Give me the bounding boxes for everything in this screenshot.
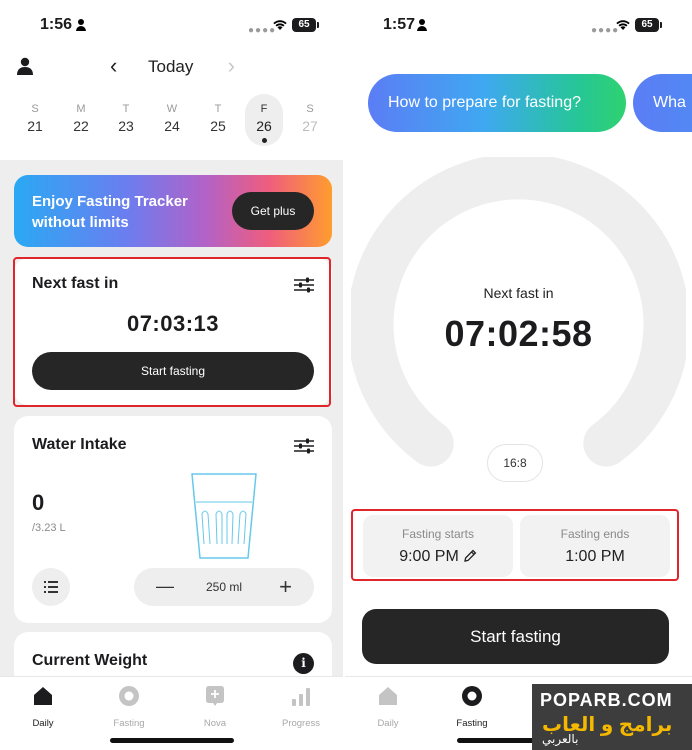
status-time: 1:57	[383, 16, 416, 33]
fasting-icon	[462, 686, 482, 706]
today-dot	[261, 138, 267, 143]
day-fri-26-selected[interactable]: F 26	[245, 94, 283, 146]
daily-screen: 1:56 ●●●● 65 ‹ Today › S 21 M 22 T 23 W 24 T…	[0, 0, 343, 750]
week-strip: S 21 M 22 T 23 W 24 T 25 F 26 S 27	[14, 94, 332, 150]
start-fasting-button[interactable]: Start fasting	[362, 609, 669, 664]
water-goal: /3.23 L	[32, 522, 66, 534]
battery-icon: 65	[635, 18, 662, 32]
settings-sliders-icon[interactable]	[294, 438, 314, 454]
next-fast-label: Next fast in	[483, 285, 554, 301]
nova-icon	[206, 686, 224, 706]
status-time: 1:56	[40, 16, 73, 33]
fasting-screen: 1:57 ●●●● 65 How to prepare for fasting?…	[345, 0, 692, 750]
watermark-site: POPARB.COM	[540, 690, 673, 710]
day-thu-25[interactable]: T 25	[199, 100, 237, 150]
person-icon	[76, 19, 86, 31]
water-intake-card: Water Intake 0 /3.23 L — 250 ml +	[14, 416, 332, 623]
article-chip-next[interactable]: Wha	[633, 74, 692, 132]
highlight-box	[13, 257, 331, 407]
person-icon	[417, 19, 427, 31]
day-sat-27[interactable]: S 27	[291, 100, 329, 150]
next-day-button[interactable]: ›	[228, 55, 235, 77]
highlight-box	[351, 509, 679, 581]
day-tue-23[interactable]: T 23	[107, 100, 145, 150]
home-icon	[379, 687, 397, 705]
profile-icon[interactable]	[16, 57, 34, 75]
date-navigator: ‹ Today ›	[110, 55, 235, 79]
day-wed-24[interactable]: W 24	[153, 100, 191, 150]
promo-text: Enjoy Fasting Tracker without limits	[32, 193, 188, 231]
day-sun-21[interactable]: S 21	[16, 100, 54, 150]
list-icon	[44, 581, 58, 593]
info-icon[interactable]: i	[293, 653, 314, 674]
day-mon-22[interactable]: M 22	[62, 100, 100, 150]
next-fast-countdown: 07:02:58	[444, 313, 593, 354]
tab-nova[interactable]: Nova	[172, 685, 258, 729]
tab-fasting[interactable]: Fasting	[429, 685, 515, 729]
water-amount-stepper: — 250 ml +	[134, 568, 314, 606]
previous-day-button[interactable]: ‹	[110, 55, 117, 77]
wifi-icon	[616, 20, 630, 30]
watermark-line2: بالعربي	[542, 732, 579, 746]
watermark-banner: POPARB.COM برامج و العاب بالعربي	[532, 684, 692, 750]
tab-daily[interactable]: Daily	[345, 685, 431, 729]
water-history-button[interactable]	[32, 568, 70, 606]
fasting-icon	[119, 686, 139, 706]
fasting-plan-chip[interactable]: 16:8	[487, 444, 543, 482]
get-plus-button[interactable]: Get plus	[232, 192, 314, 230]
home-indicator	[109, 738, 234, 743]
upgrade-banner[interactable]: Enjoy Fasting Tracker without limits Get…	[14, 175, 332, 247]
home-icon	[34, 687, 52, 705]
date-title: Today	[148, 57, 194, 76]
tab-bar: Daily Fasting Nova Progress	[0, 676, 343, 750]
article-chip-prepare[interactable]: How to prepare for fasting?	[368, 74, 626, 132]
status-bar: 1:57 ●●●● 65	[345, 0, 692, 52]
water-intake-title: Water Intake	[32, 436, 127, 453]
water-amount: 0	[32, 490, 45, 515]
tab-fasting[interactable]: Fasting	[86, 685, 172, 729]
current-weight-title: Current Weight	[32, 652, 148, 669]
battery-icon: 65	[292, 18, 319, 32]
increase-button[interactable]: +	[279, 574, 292, 600]
progress-icon	[292, 688, 310, 706]
wifi-icon	[273, 20, 287, 30]
tab-daily[interactable]: Daily	[0, 685, 86, 729]
tab-progress[interactable]: Progress	[258, 685, 343, 729]
water-glass-icon[interactable]	[188, 472, 260, 562]
status-bar: 1:56 ●●●● 65	[0, 0, 343, 52]
